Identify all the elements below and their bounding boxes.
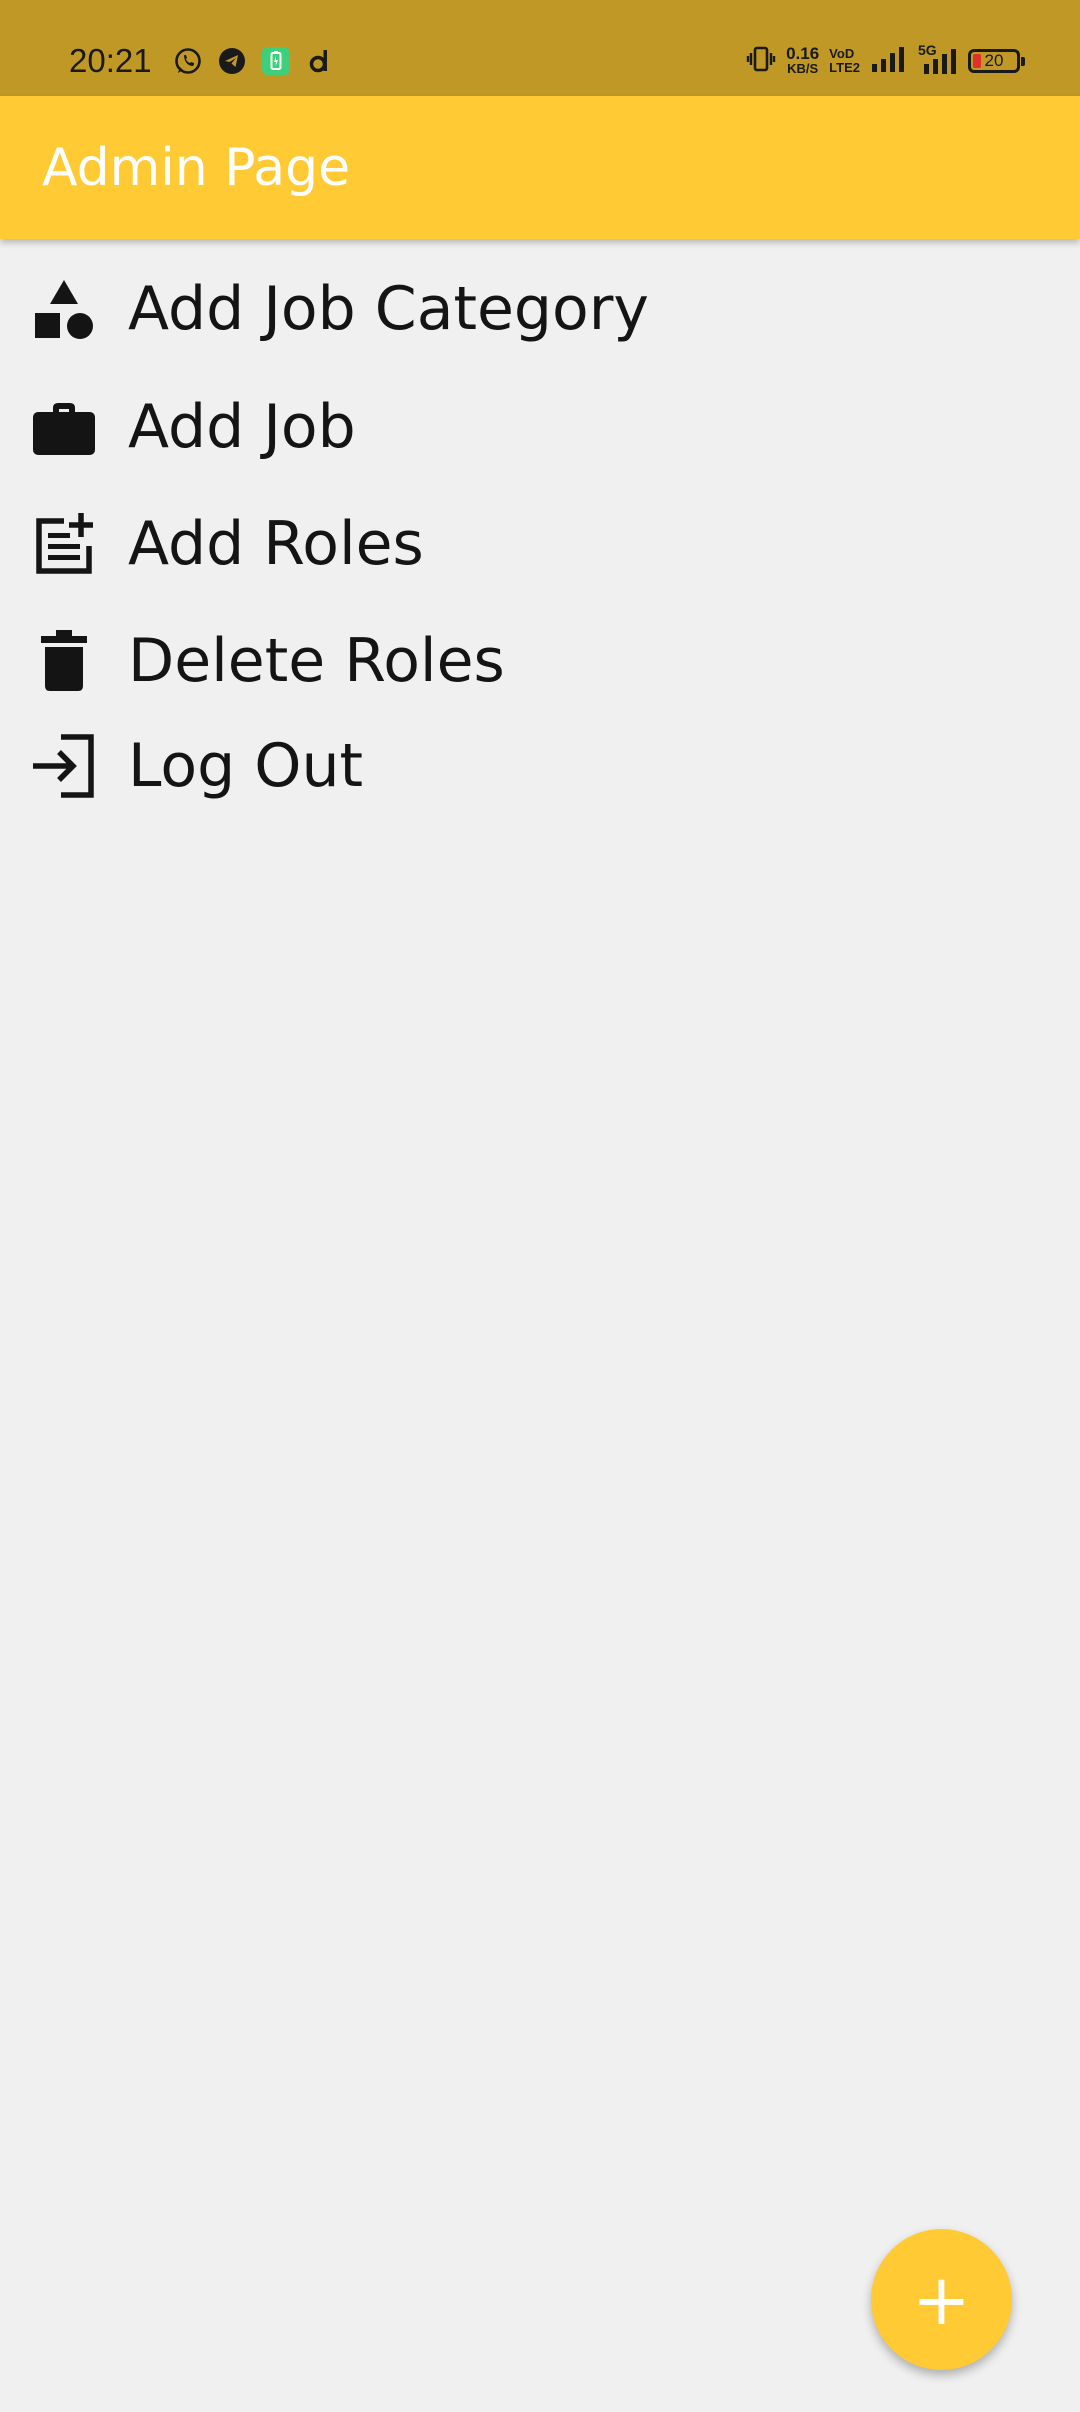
briefcase-icon (30, 393, 98, 461)
battery-percent: 20 (984, 51, 1004, 70)
app-bar: Admin Page (0, 96, 1080, 239)
menu-item-label: Delete Roles (128, 626, 505, 696)
category-shapes-icon (30, 275, 98, 343)
add-fab-button[interactable]: + (871, 2229, 1012, 2370)
vibrate-icon (746, 44, 776, 78)
system-icons: 0.16 KB/S VoD LTE2 5G 20 (746, 40, 1025, 82)
menu-item-add-job[interactable]: Add Job (0, 372, 1080, 482)
menu-item-label: Add Roles (128, 509, 424, 579)
network-speed: 0.16 KB/S (786, 44, 820, 76)
volte-top: VoD (829, 46, 855, 61)
signal-5g-icon: 5G (918, 42, 958, 76)
battery-level-fill (973, 54, 981, 68)
battery-saver-icon (260, 45, 292, 77)
whatsapp-icon (172, 45, 204, 77)
menu-item-add-roles[interactable]: Add Roles (0, 489, 1080, 599)
notification-icons (172, 43, 336, 79)
signal-icon (870, 44, 908, 78)
menu-item-label: Log Out (128, 731, 364, 801)
volte-bottom: LTE2 (829, 60, 860, 75)
volte-indicator: VoD LTE2 (829, 47, 860, 75)
network-type: 5G (918, 42, 937, 58)
page-title: Admin Page (42, 138, 351, 198)
trash-icon (30, 627, 98, 695)
menu-item-label: Add Job Category (128, 274, 649, 344)
menu-item-label: Add Job (128, 392, 356, 462)
d-app-icon (304, 45, 336, 77)
login-icon (30, 732, 98, 800)
post-add-icon (30, 510, 98, 578)
network-speed-value: 0.16 (786, 44, 820, 63)
menu-item-log-out[interactable]: Log Out (0, 711, 1080, 821)
status-bar: 20:21 0.16 KB/S VoD LTE2 5G 20 (0, 0, 1080, 96)
telegram-icon (216, 45, 248, 77)
menu-item-delete-roles[interactable]: Delete Roles (0, 606, 1080, 716)
add-icon: + (912, 2258, 971, 2341)
menu-item-add-job-category[interactable]: Add Job Category (0, 254, 1080, 364)
network-speed-unit: KB/S (787, 61, 819, 76)
battery-icon: 20 (968, 49, 1025, 73)
status-time: 20:21 (69, 42, 152, 79)
